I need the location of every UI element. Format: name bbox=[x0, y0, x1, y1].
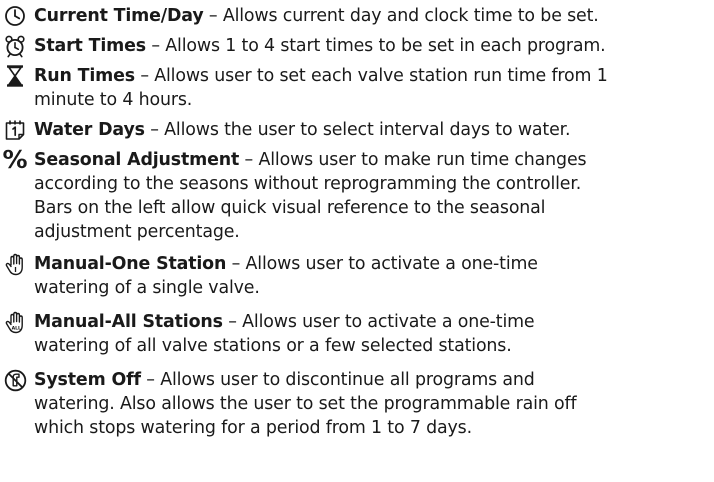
hourglass-icon bbox=[2, 64, 28, 88]
system-off-icon bbox=[2, 368, 28, 392]
item-text: Start Times – Allows 1 to 4 start times … bbox=[34, 34, 712, 58]
item-description-continued: which stops watering for a period from 1… bbox=[34, 418, 472, 438]
alarm-clock-icon bbox=[2, 34, 28, 58]
item-description: – Allows user to activate a one-time bbox=[222, 312, 535, 332]
item-text: Run Times – Allows user to set each valv… bbox=[34, 64, 712, 112]
item-description: – Allows user to make run time changes bbox=[239, 150, 587, 170]
item-description-continued: watering of a single valve. bbox=[34, 278, 260, 298]
item-description: – Allows user to set each valve station … bbox=[134, 66, 608, 86]
item-description-continued: adjustment percentage. bbox=[34, 222, 240, 242]
item-description: – Allows user to discontinue all program… bbox=[140, 370, 535, 390]
item-title: Run Times bbox=[34, 66, 135, 86]
item-title: Manual-One Station bbox=[34, 254, 227, 274]
item-description: – Allows user to activate a one-time bbox=[226, 254, 538, 274]
hand-all-icon: ALL bbox=[2, 310, 28, 334]
item-title: Start Times bbox=[34, 36, 146, 56]
item-description-continued: Bars on the left allow quick visual refe… bbox=[34, 198, 546, 218]
item-title: Manual-All Stations bbox=[34, 312, 223, 332]
item-text: System Off – Allows user to discontinue … bbox=[34, 368, 712, 440]
item-title: Water Days bbox=[34, 120, 145, 140]
hand-one-icon bbox=[2, 252, 28, 276]
item-description-continued: watering. Also allows the user to set th… bbox=[34, 394, 577, 414]
item-description: – Allows the user to select interval day… bbox=[144, 120, 571, 140]
item-text: Manual-All Stations – Allows user to act… bbox=[34, 310, 712, 358]
item-description-continued: minute to 4 hours. bbox=[34, 90, 193, 110]
item-title: Seasonal Adjustment bbox=[34, 150, 240, 170]
item-description: – Allows current day and clock time to b… bbox=[203, 6, 599, 26]
item-text: Manual-One Station – Allows user to acti… bbox=[34, 252, 712, 300]
feature-list: Current Time/Day – Allows current day an… bbox=[0, 0, 714, 482]
percent-icon: % bbox=[2, 145, 28, 174]
item-title: Current Time/Day bbox=[34, 6, 204, 26]
calendar-icon bbox=[2, 118, 28, 142]
item-text: Water Days – Allows the user to select i… bbox=[34, 118, 712, 142]
hand-all-icon-label: ALL bbox=[12, 325, 21, 331]
item-text: Current Time/Day – Allows current day an… bbox=[34, 4, 712, 28]
clock-icon bbox=[2, 4, 28, 28]
item-title: System Off bbox=[34, 370, 141, 390]
item-description-continued: according to the seasons without reprogr… bbox=[34, 174, 582, 194]
item-description-continued: watering of all valve stations or a few … bbox=[34, 336, 512, 356]
item-description: – Allows 1 to 4 start times to be set in… bbox=[145, 36, 606, 56]
item-text: Seasonal Adjustment – Allows user to mak… bbox=[34, 148, 712, 244]
